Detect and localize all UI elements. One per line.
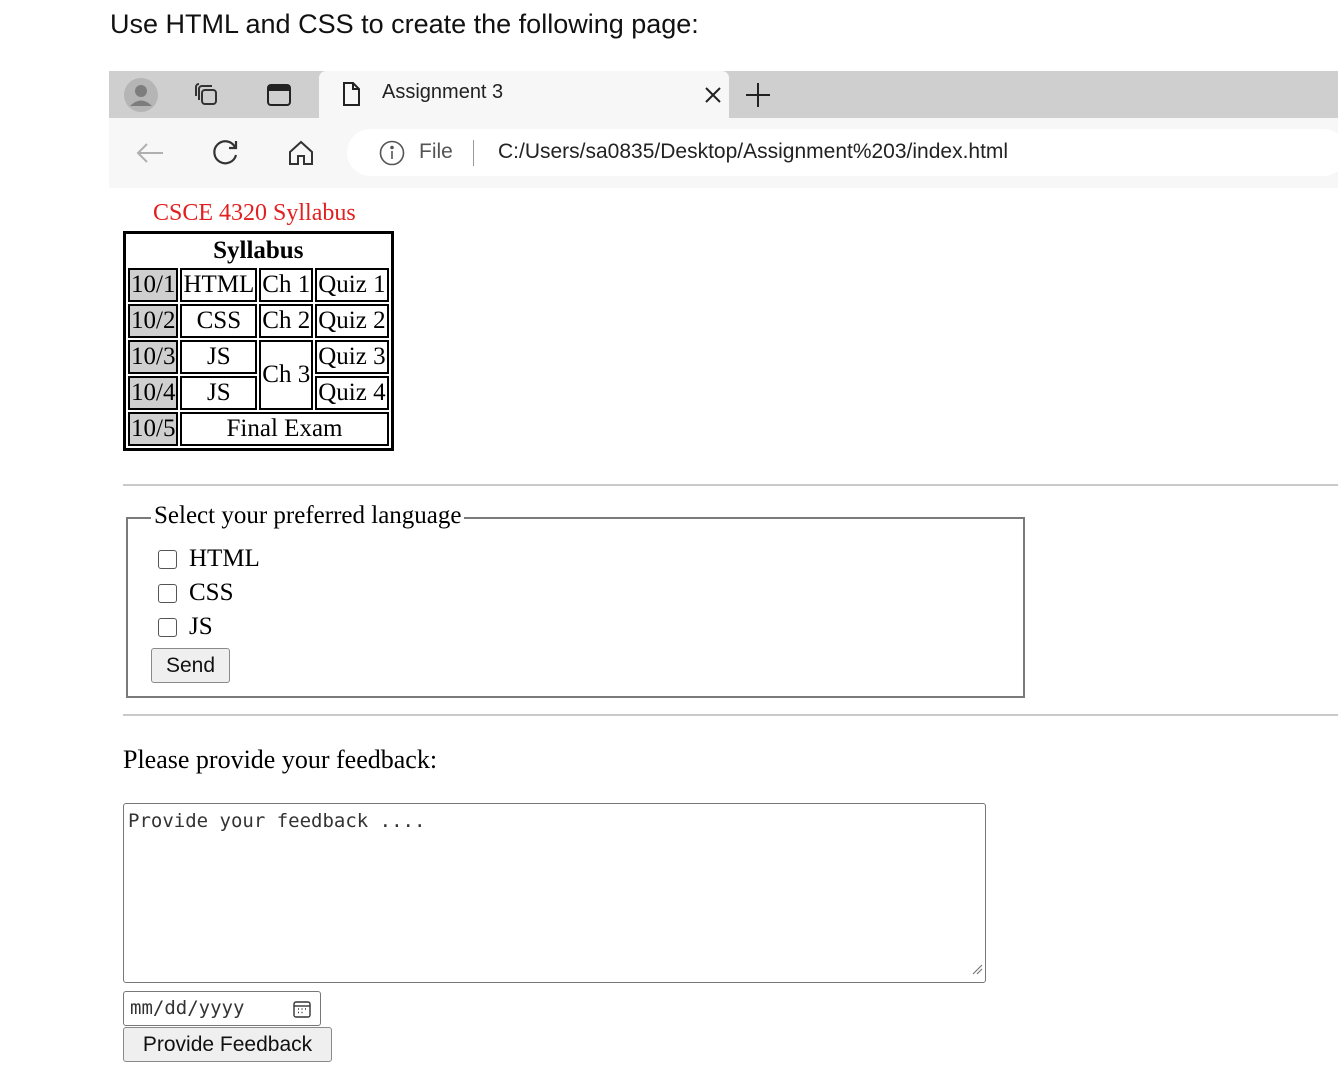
- tab-actions-icon[interactable]: [257, 71, 301, 118]
- table-row: 10/2 CSS Ch 2 Quiz 2: [128, 304, 389, 338]
- topic-cell: HTML: [180, 268, 258, 302]
- refresh-icon[interactable]: [203, 131, 247, 175]
- chapter-cell: Ch 3: [259, 340, 314, 410]
- option-label: CSS: [189, 579, 234, 606]
- page-heading: CSCE 4320 Syllabus: [153, 200, 356, 226]
- date-input[interactable]: mm/dd/yyyy: [123, 991, 321, 1026]
- chapter-cell: Ch 2: [259, 304, 314, 338]
- profile-icon[interactable]: [117, 71, 165, 118]
- date-cell: 10/3: [128, 340, 179, 374]
- option-css[interactable]: CSS: [158, 579, 233, 607]
- table-row: 10/3 JS Ch 3 Quiz 3: [128, 340, 389, 410]
- send-button[interactable]: Send: [151, 648, 230, 683]
- address-scheme-label: File: [419, 140, 453, 163]
- table-header-row: Syllabus: [128, 236, 389, 266]
- chapter-cell: Ch 1: [259, 268, 314, 302]
- language-fieldset: Select your preferred language HTML CSS …: [126, 502, 1025, 698]
- table-row: 10/1 HTML Ch 1 Quiz 1: [128, 268, 389, 302]
- workspaces-icon[interactable]: [185, 71, 229, 118]
- tab-assignment-3[interactable]: Assignment 3: [319, 71, 729, 118]
- table-row: 10/4 JS Quiz 4: [128, 376, 389, 410]
- navigation-bar: File C:/Users/sa0835/Desktop/Assignment%…: [109, 118, 1338, 188]
- page-viewport: CSCE 4320 Syllabus Syllabus 10/1 HTML Ch…: [109, 188, 1338, 1091]
- horizontal-rule: [123, 484, 1338, 486]
- table-caption: Syllabus: [213, 237, 304, 264]
- page-icon: [341, 81, 361, 112]
- quiz-cell: Quiz 3: [315, 340, 389, 374]
- option-html[interactable]: HTML: [158, 545, 260, 573]
- new-tab-icon[interactable]: [733, 71, 783, 118]
- horizontal-rule: [123, 714, 1338, 716]
- js-checkbox[interactable]: [158, 617, 177, 637]
- css-checkbox[interactable]: [158, 583, 177, 603]
- syllabus-table: Syllabus 10/1 HTML Ch 1 Quiz 1 10/2 CSS …: [123, 231, 394, 451]
- quiz-cell: Quiz 4: [315, 376, 389, 410]
- instruction-text: Use HTML and CSS to create the following…: [110, 9, 699, 39]
- date-cell: 10/4: [128, 376, 179, 410]
- info-icon[interactable]: [379, 140, 405, 171]
- option-label: JS: [189, 613, 213, 640]
- date-cell: 10/5: [128, 412, 179, 446]
- tab-strip: Assignment 3: [109, 71, 1338, 118]
- fieldset-legend: Select your preferred language: [151, 502, 465, 530]
- quiz-cell: Quiz 2: [315, 304, 389, 338]
- date-cell: 10/2: [128, 304, 179, 338]
- date-cell: 10/1: [128, 268, 179, 302]
- quiz-cell: Quiz 1: [315, 268, 389, 302]
- address-separator: [473, 140, 474, 166]
- address-url[interactable]: C:/Users/sa0835/Desktop/Assignment%203/i…: [498, 140, 1008, 164]
- topic-cell: JS: [180, 376, 258, 410]
- resize-handle-icon[interactable]: [971, 962, 983, 980]
- textarea-placeholder: Provide your feedback ....: [128, 810, 426, 832]
- date-placeholder: mm/dd/yyyy: [130, 997, 245, 1019]
- feedback-textarea[interactable]: Provide your feedback ....: [123, 803, 986, 983]
- address-bar[interactable]: File C:/Users/sa0835/Desktop/Assignment%…: [347, 129, 1338, 176]
- calendar-icon[interactable]: [292, 999, 312, 1024]
- table-row: 10/5 Final Exam: [128, 412, 389, 446]
- topic-cell: Final Exam: [180, 412, 389, 446]
- html-checkbox[interactable]: [158, 549, 177, 569]
- home-icon[interactable]: [279, 131, 323, 175]
- browser-window: Assignment 3 File C:/Users/sa0835/Deskto…: [109, 71, 1338, 1091]
- option-js[interactable]: JS: [158, 613, 213, 641]
- tab-title: Assignment 3: [382, 81, 504, 103]
- close-icon[interactable]: [691, 71, 735, 118]
- topic-cell: CSS: [180, 304, 258, 338]
- option-label: HTML: [189, 545, 260, 572]
- topic-cell: JS: [180, 340, 258, 374]
- back-icon[interactable]: [128, 131, 172, 175]
- provide-feedback-button[interactable]: Provide Feedback: [123, 1027, 332, 1062]
- feedback-label: Please provide your feedback:: [123, 745, 438, 774]
